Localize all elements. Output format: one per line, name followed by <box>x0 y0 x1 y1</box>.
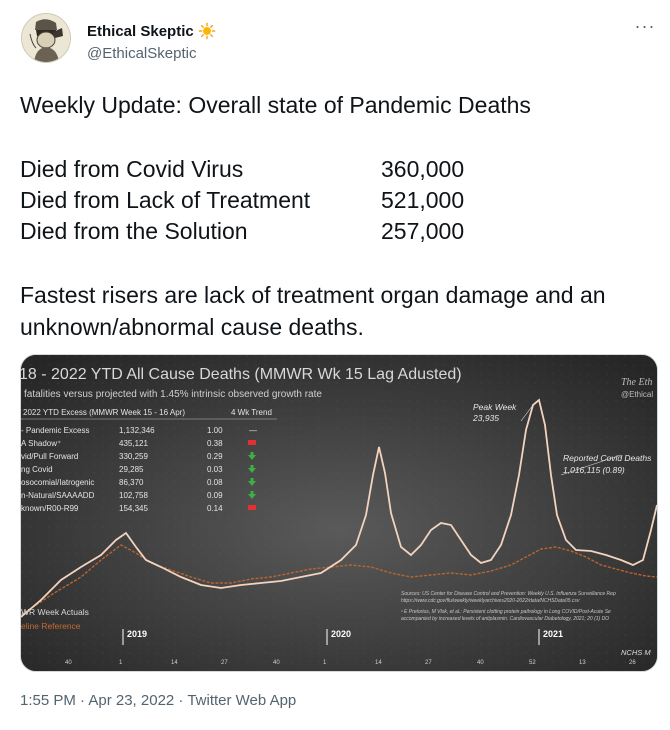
tweet-risers-text: Fastest risers are lack of treatment org… <box>20 282 606 340</box>
stat-row: Died from the Solution 257,000 <box>20 215 540 247</box>
sources-text: ¹ E Pretorius, M Vlok, et al.: Persisten… <box>401 609 611 615</box>
table-row-label: osocomial/Iatrogenic <box>21 478 94 487</box>
year-label: 2021 <box>543 629 563 639</box>
table-row-ratio: 0.38 <box>207 439 223 448</box>
stat-label: Died from Covid Virus <box>20 156 244 182</box>
user-handle[interactable]: @EthicalSkeptic <box>87 45 196 62</box>
stat-value: 360,000 <box>381 156 465 182</box>
sun-emoji-icon <box>198 22 216 40</box>
table-row-ratio: 0.14 <box>207 504 223 513</box>
display-name-text: Ethical Skeptic <box>87 22 194 40</box>
reported-deaths-value: 1,016,115 (0.89) <box>563 465 625 475</box>
week-tick-label: 13 <box>579 660 586 666</box>
peak-week-value: 23,935 <box>472 413 499 423</box>
peak-week-label: Peak Week <box>473 402 517 412</box>
chart-watermark-handle: @Ethical <box>621 390 653 399</box>
more-options-icon[interactable]: ··· <box>632 17 658 39</box>
table-row-label: ng Covid <box>21 465 53 474</box>
week-tick-label: 52 <box>529 660 536 666</box>
display-name[interactable]: Ethical Skeptic <box>87 22 216 40</box>
trend-up-red-icon <box>248 440 256 445</box>
stat-row: Died from Covid Virus 360,000 <box>20 153 540 185</box>
week-tick-label: 27 <box>221 660 228 666</box>
legend-actuals: WR Week Actuals <box>21 607 89 617</box>
table-row-ratio: 0.08 <box>207 478 223 487</box>
table-row-count: 154,345 <box>119 504 148 513</box>
nchs-label: NCHS M <box>621 648 651 657</box>
stat-value: 257,000 <box>381 218 465 244</box>
stat-row: Died from Lack of Treatment 521,000 <box>20 184 540 216</box>
week-tick-label: 14 <box>171 660 178 666</box>
week-tick-label: 26 <box>629 660 636 666</box>
year-label: 2019 <box>127 629 147 639</box>
week-tick-label: 14 <box>375 660 382 666</box>
source-app-link[interactable]: Twitter Web App <box>187 692 296 709</box>
reported-deaths-label: Reported Covid Deaths <box>563 453 652 463</box>
chart-watermark: The Eth <box>621 377 652 388</box>
tweet: Ethical Skeptic @EthicalSkeptic ··· Week… <box>0 0 670 730</box>
tweet-meta: 1:55 PM · Apr 23, 2022 · Twitter Web App <box>20 692 296 709</box>
timestamp-link[interactable]: 1:55 PM · Apr 23, 2022 <box>20 692 174 709</box>
table-row-count: 102,758 <box>119 491 148 500</box>
week-tick-label: 40 <box>273 660 280 666</box>
week-tick-label: 40 <box>477 660 484 666</box>
table-row-ratio: 0.29 <box>207 452 223 461</box>
trend-dash: — <box>249 426 257 435</box>
trend-up-red-icon <box>248 505 256 510</box>
week-tick-label: 40 <box>65 660 72 666</box>
table-row-ratio: 0.09 <box>207 491 223 500</box>
table-row-ratio: 0.03 <box>207 465 223 474</box>
sources-text: accompanied by increased levels of antip… <box>401 616 609 622</box>
avatar[interactable] <box>21 13 71 63</box>
table-row-count: 330,259 <box>119 452 148 461</box>
table-row-ratio: 1.00 <box>207 426 223 435</box>
attached-chart-image[interactable]: 18 - 2022 YTD All Cause Deaths (MMWR Wk … <box>20 354 658 672</box>
table-row-label: A Shadow⁺ <box>21 439 61 448</box>
table-row-count: 29,285 <box>119 465 144 474</box>
table-row-count: 435,121 <box>119 439 148 448</box>
stat-value: 521,000 <box>381 187 465 213</box>
stat-label: Died from Lack of Treatment <box>20 187 311 213</box>
week-tick-label: 27 <box>425 660 432 666</box>
legend-baseline: eline Reference <box>21 621 81 631</box>
table-row-label: known/R00-R99 <box>21 504 79 513</box>
tweet-headline: Weekly Update: Overall state of Pandemic… <box>20 92 531 118</box>
sources-text: Sources: US Center for Disease Control a… <box>401 591 616 597</box>
table-row-label: n-Natural/SAAAADD <box>21 491 95 500</box>
table-header-left: 2022 YTD Excess (MMWR Week 15 - 16 Apr) <box>23 408 185 417</box>
meta-separator: · <box>174 692 188 709</box>
table-header-right: 4 Wk Trend <box>231 408 272 417</box>
table-row-label: vid/Pull Forward <box>21 452 78 461</box>
chart-graphic: 18 - 2022 YTD All Cause Deaths (MMWR Wk … <box>21 355 657 671</box>
table-row-count: 1,132,346 <box>119 426 155 435</box>
chart-subtitle: l fatalities versus projected with 1.45%… <box>21 389 322 400</box>
table-row-count: 86,370 <box>119 478 144 487</box>
chart-title: 18 - 2022 YTD All Cause Deaths (MMWR Wk … <box>21 366 462 383</box>
sources-text: https://www.cdc.gov/flu/weekly/weeklyarc… <box>401 598 580 604</box>
avatar-portrait-icon <box>22 14 70 62</box>
year-label: 2020 <box>331 629 351 639</box>
stat-label: Died from the Solution <box>20 218 248 244</box>
table-row-label: - Pandemic Excess <box>21 426 89 435</box>
